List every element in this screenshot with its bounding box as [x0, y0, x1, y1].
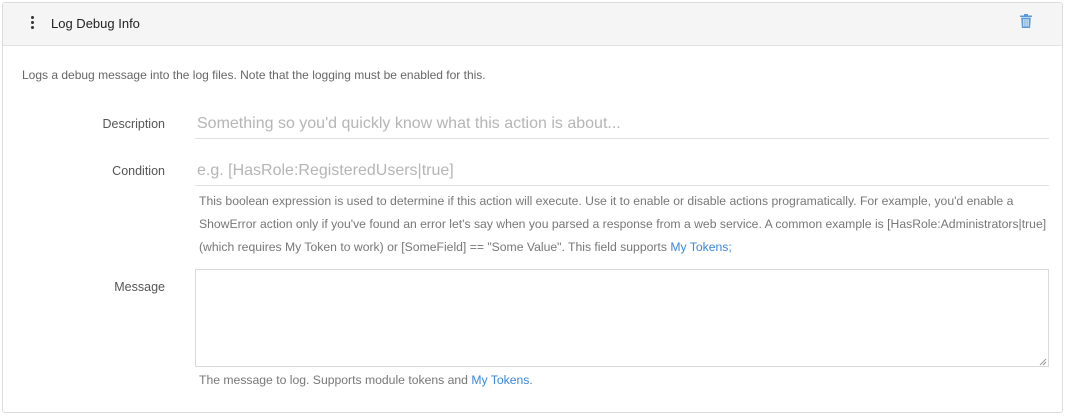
condition-label: Condition [112, 164, 165, 178]
action-panel: Log Debug Info Logs a debug message into… [2, 2, 1063, 413]
message-label: Message [114, 280, 165, 294]
description-input[interactable] [195, 109, 1049, 139]
description-label: Description [102, 117, 165, 131]
message-help-suffix: . [529, 373, 533, 387]
panel-header: Log Debug Info [3, 3, 1062, 46]
message-help-text: The message to log. Supports module toke… [199, 369, 1049, 392]
panel-title: Log Debug Info [51, 16, 140, 31]
message-help-body: The message to log. Supports module toke… [199, 373, 472, 387]
condition-help-body: This boolean expression is used to deter… [199, 194, 1047, 254]
vertical-ellipsis-icon[interactable] [27, 16, 37, 32]
resize-grip-icon[interactable] [1039, 358, 1047, 366]
message-textarea[interactable] [195, 269, 1049, 367]
condition-help-suffix: ; [728, 240, 732, 254]
trash-icon[interactable] [1020, 14, 1032, 28]
my-tokens-link[interactable]: My Tokens [670, 240, 728, 254]
condition-help-text: This boolean expression is used to deter… [199, 190, 1049, 259]
my-tokens-link[interactable]: My Tokens [471, 373, 529, 387]
action-description-text: Logs a debug message into the log files.… [22, 68, 486, 82]
condition-input[interactable] [195, 156, 1049, 186]
